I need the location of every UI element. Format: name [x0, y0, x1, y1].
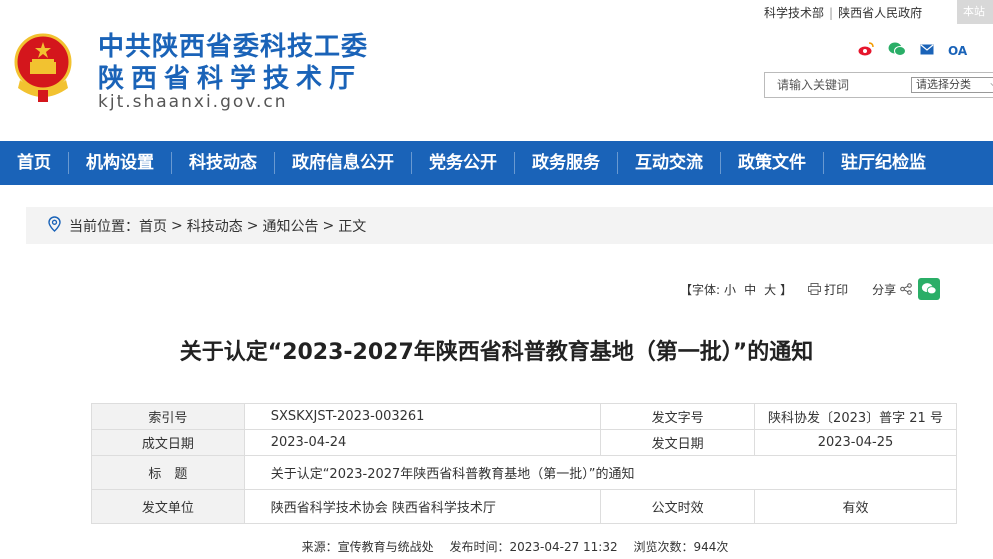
table-row: 发文单位 陕西省科学技术协会 陕西省科学技术厅 公文时效 有效: [91, 489, 957, 524]
wechat-icon[interactable]: [888, 42, 906, 59]
font-size-label: 【字体:: [680, 282, 721, 297]
issuing-unit-value: 陕西省科学技术协会 陕西省科学技术厅: [243, 489, 602, 524]
social-links: OA: [858, 42, 967, 59]
link-shaanxi-gov[interactable]: 陕西省人民政府: [838, 6, 922, 20]
weibo-icon[interactable]: [858, 42, 874, 59]
index-number-value: SXSKXJST-2023-003261: [243, 403, 602, 430]
font-size-close: 】: [780, 282, 793, 297]
breadcrumb-notices[interactable]: 通知公告: [262, 216, 318, 236]
category-select-label: 请选择分类: [916, 78, 971, 91]
site-lang-button[interactable]: 本站: [957, 0, 993, 24]
issued-date-key: 发文日期: [600, 429, 756, 456]
issued-date-value: 2023-04-25: [754, 429, 957, 456]
share-icon: [900, 282, 912, 295]
main-nav: 首页 机构设置 科技动态 政府信息公开 党务公开 政务服务 互动交流 政策文件 …: [0, 141, 993, 185]
print-button[interactable]: 打印: [808, 281, 848, 298]
link-most[interactable]: 科学技术部: [764, 6, 824, 20]
breadcrumb: 当前位置： 首页 > 科技动态 > 通知公告 > 正文: [26, 207, 993, 244]
breadcrumb-news[interactable]: 科技动态: [187, 216, 243, 236]
nav-item-policies[interactable]: 政策文件: [721, 152, 824, 174]
site-domain: kjt.shaanxi.gov.cn: [98, 92, 288, 112]
article-title: 关于认定“2023-2027年陕西省科普教育基地（第一批）”的通知: [179, 340, 814, 365]
breadcrumb-home[interactable]: 首页: [139, 216, 167, 236]
nav-item-services[interactable]: 政务服务: [515, 152, 618, 174]
top-links: 科学技术部 | 陕西省人民政府: [764, 4, 922, 21]
national-emblem-icon: [14, 33, 72, 102]
breadcrumb-label: 当前位置：: [69, 218, 139, 235]
table-row: 标 题 关于认定“2023-2027年陕西省科普教育基地（第一批）”的通知: [91, 455, 958, 490]
nav-item-interaction[interactable]: 互动交流: [618, 152, 721, 174]
nav-item-discipline[interactable]: 驻厅纪检监: [824, 152, 943, 174]
written-date-key: 成文日期: [91, 429, 245, 456]
nav-item-party-affairs[interactable]: 党务公开: [412, 152, 515, 174]
site-title-line2[interactable]: 陕西省科学技术厅: [98, 58, 362, 95]
font-size-large[interactable]: 大: [764, 281, 776, 298]
doc-number-value: 陕科协发〔2023〕普字 21 号: [754, 403, 957, 430]
doc-number-key: 发文字号: [600, 403, 756, 430]
table-row: 索引号 SXSKXJST-2023-003261 发文字号 陕科协发〔2023〕…: [91, 403, 957, 430]
title-key: 标 题: [91, 455, 245, 490]
print-label: 打印: [824, 282, 849, 297]
location-pin-icon: [48, 215, 61, 236]
search-input[interactable]: [765, 73, 905, 97]
document-info-table: 索引号 SXSKXJST-2023-003261 发文字号 陕科协发〔2023〕…: [91, 403, 958, 524]
validity-key: 公文时效: [600, 489, 756, 524]
breadcrumb-current: 正文: [338, 218, 367, 235]
breadcrumb-separator: >: [246, 217, 259, 234]
nav-item-gov-info[interactable]: 政府信息公开: [275, 152, 412, 174]
article-source-line: 来源：宣传教育与统战处 发布时间：2023-04-27 11:32 浏览次数：9…: [0, 538, 993, 555]
validity-value: 有效: [754, 489, 957, 524]
page: 科学技术部 | 陕西省人民政府 本站 中共陕西省委科技工委 陕西省科学技术厅 kjt…: [0, 0, 993, 559]
search-box: 请选择分类 ⌵: [764, 72, 993, 98]
issuing-unit-key: 发文单位: [91, 489, 245, 524]
nav-item-organization[interactable]: 机构设置: [69, 152, 172, 174]
share-label: 分享: [872, 282, 897, 297]
share-button[interactable]: 分享: [872, 281, 912, 298]
breadcrumb-separator: >: [171, 217, 183, 234]
print-icon: [808, 282, 822, 295]
view-count: 浏览次数：944次: [633, 540, 729, 554]
nav-item-home[interactable]: 首页: [0, 152, 69, 174]
table-row: 成文日期 2023-04-24 发文日期 2023-04-25: [91, 429, 957, 456]
breadcrumb-separator: >: [322, 217, 335, 234]
font-size-small[interactable]: 小: [724, 281, 736, 298]
article-tools: 【字体: 小 中 大 】 打印 分享: [680, 278, 940, 300]
publish-time: 发布时间：2023-04-27 11:32: [449, 540, 618, 554]
oa-link[interactable]: OA: [948, 44, 967, 58]
title-value: 关于认定“2023-2027年陕西省科普教育基地（第一批）”的通知: [243, 455, 958, 490]
link-divider: |: [829, 6, 834, 20]
category-select[interactable]: 请选择分类 ⌵: [911, 77, 993, 93]
index-number-key: 索引号: [91, 403, 245, 430]
article-source: 来源：宣传教育与统战处: [301, 540, 434, 554]
nav-item-news[interactable]: 科技动态: [172, 152, 275, 174]
mail-icon[interactable]: [920, 44, 934, 58]
written-date-value: 2023-04-24: [243, 429, 602, 456]
wechat-share-icon[interactable]: [917, 278, 940, 300]
font-size-medium[interactable]: 中: [744, 281, 756, 298]
